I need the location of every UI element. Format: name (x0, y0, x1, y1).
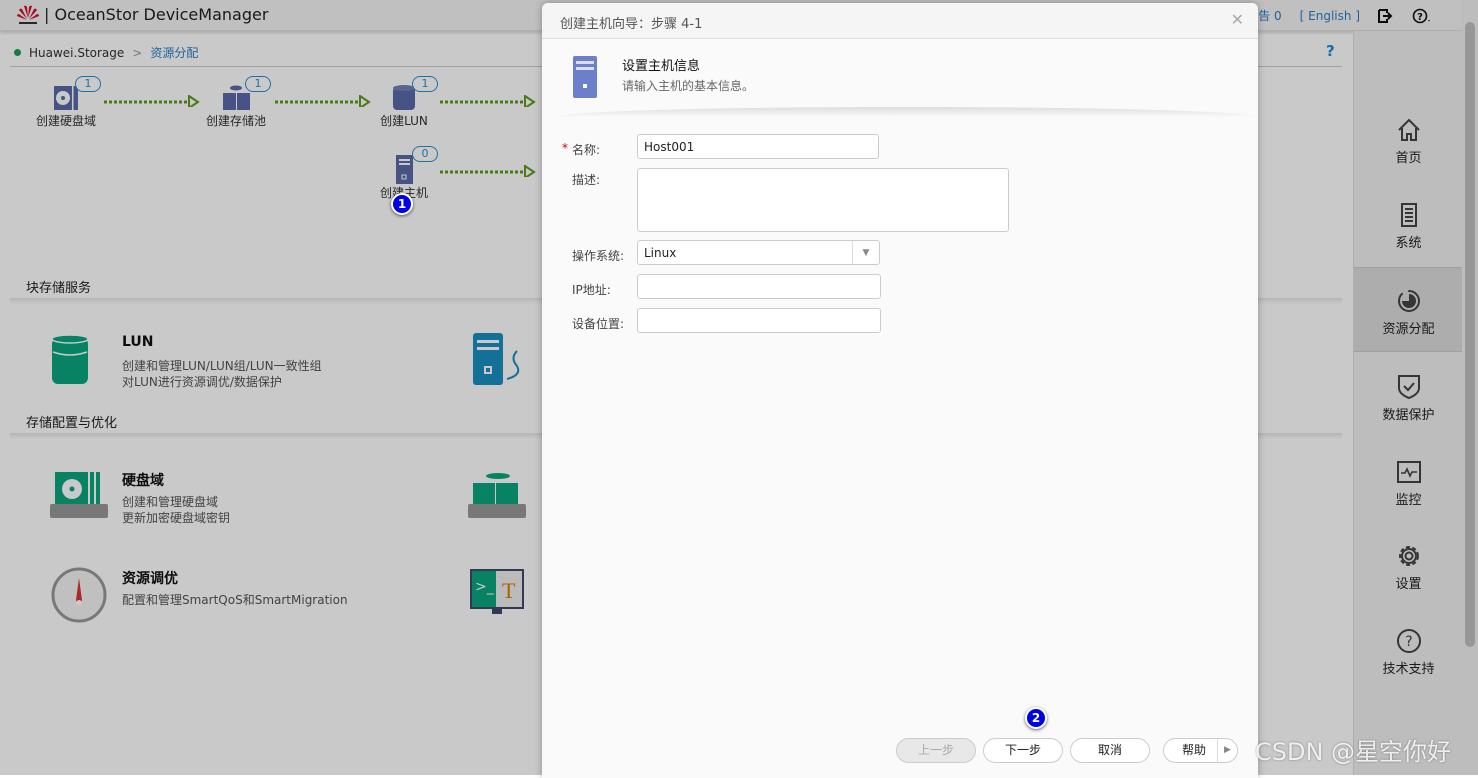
step-description: 请输入主机的基本信息。 (622, 79, 755, 93)
ip-label: IP地址: (572, 283, 611, 297)
os-select[interactable]: Linux ▼ (637, 240, 880, 265)
next-button[interactable]: 下一步 (983, 738, 1063, 763)
os-selected-value: Linux (644, 245, 677, 260)
required-marker: * (562, 141, 568, 155)
cancel-button[interactable]: 取消 (1070, 738, 1150, 763)
description-textarea[interactable] (637, 168, 1009, 232)
location-label: 设备位置: (572, 317, 625, 331)
ip-input[interactable] (637, 274, 881, 299)
help-button[interactable]: 帮助 ▶ (1163, 738, 1238, 763)
dialog-header: 创建主机向导：步骤 4-1 ✕ (542, 3, 1258, 39)
location-input[interactable] (637, 308, 881, 333)
name-input[interactable] (637, 134, 879, 159)
step-header: 设置主机信息 请输入主机的基本信息。 (542, 39, 1258, 115)
os-label: 操作系统: (572, 249, 625, 263)
create-host-wizard: 创建主机向导：步骤 4-1 ✕ 设置主机信息 请输入主机的基本信息。 * 名称:… (542, 3, 1258, 778)
name-label: 名称: (572, 143, 601, 157)
watermark: CSDN @星空你好 (1255, 738, 1452, 766)
previous-button[interactable]: 上一步 (896, 738, 976, 763)
annotation-marker-2: 2 (1025, 707, 1047, 729)
annotation-marker-1: 1 (391, 193, 413, 215)
chevron-right-icon[interactable]: ▶ (1217, 739, 1237, 762)
host-icon (573, 56, 597, 98)
description-label: 描述: (572, 173, 601, 187)
close-icon[interactable]: ✕ (1231, 10, 1244, 29)
chevron-down-icon[interactable]: ▼ (852, 241, 879, 264)
dialog-title: 创建主机向导：步骤 4-1 (560, 17, 703, 32)
help-button-label: 帮助 (1182, 743, 1207, 757)
step-title: 设置主机信息 (622, 59, 701, 74)
